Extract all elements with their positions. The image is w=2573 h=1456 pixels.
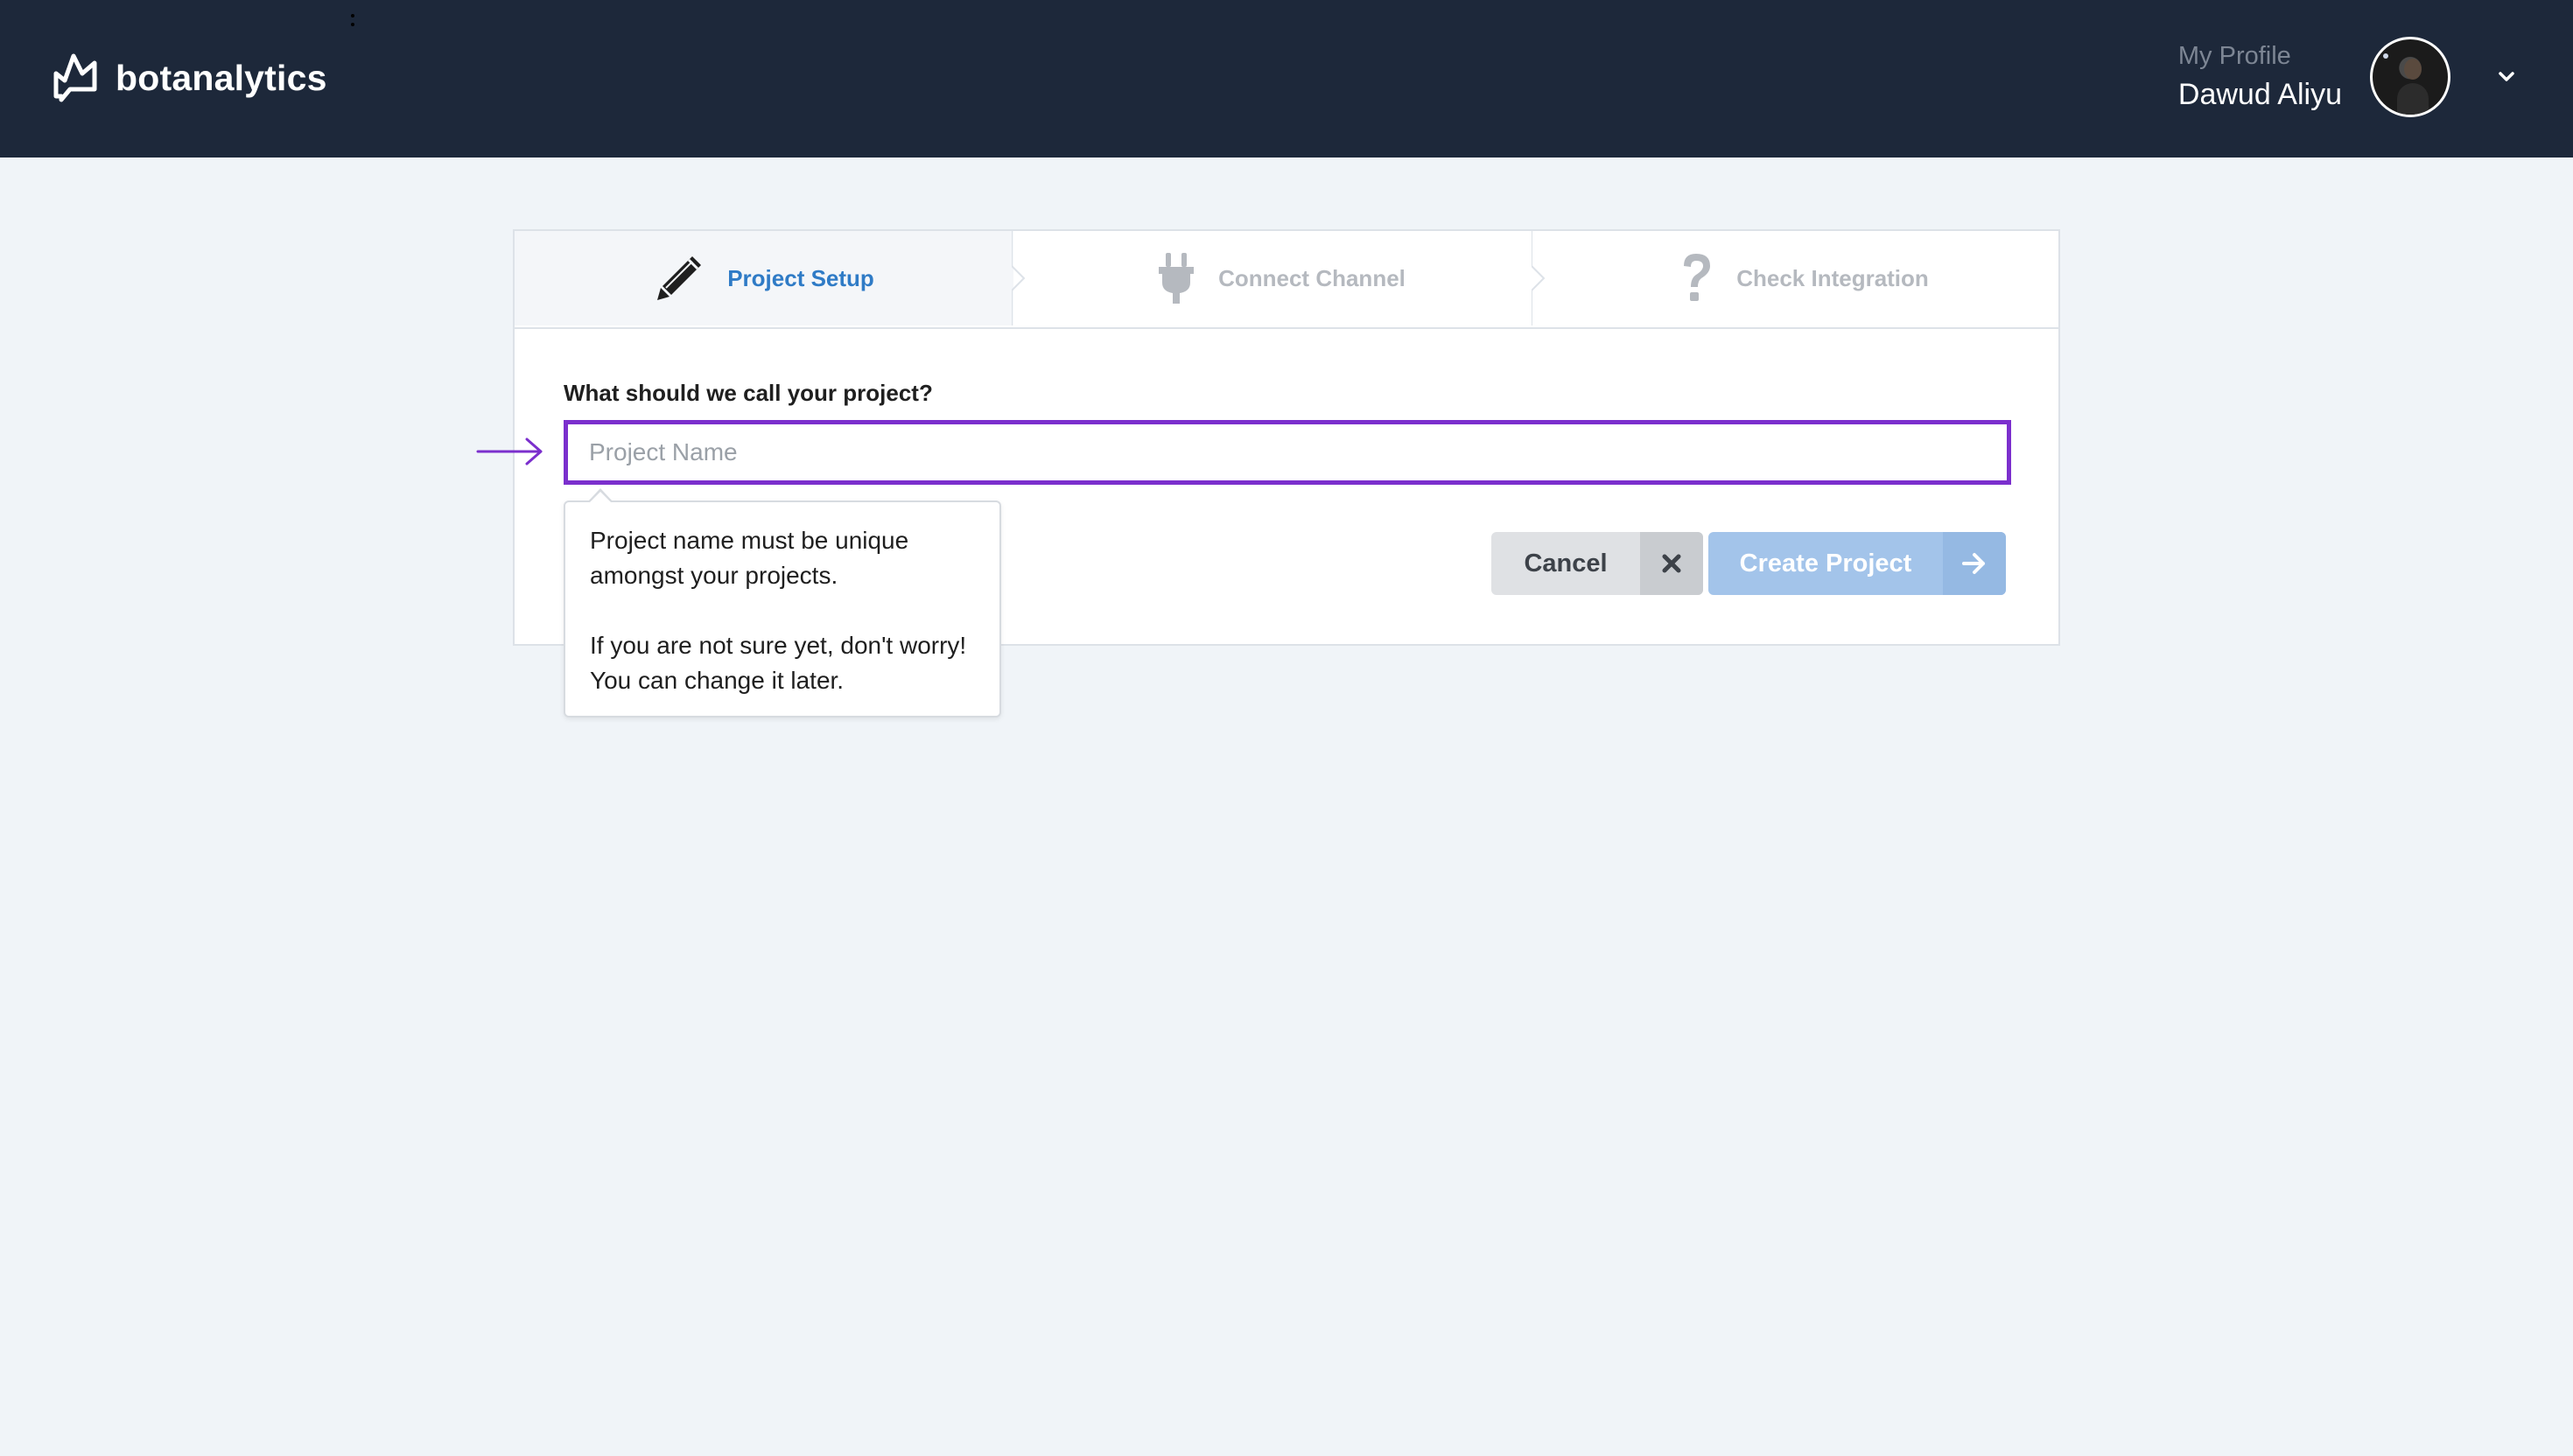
step-separator-chevron <box>1532 231 1546 326</box>
stray-mark <box>351 23 354 26</box>
top-navigation-bar: botanalytics My Profile Dawud Aliyu <box>0 0 2573 158</box>
step-label: Project Setup <box>727 264 874 291</box>
step-check-integration[interactable]: Check Integration <box>1547 231 2060 326</box>
step-separator-chevron <box>1012 231 1026 326</box>
step-connect-channel[interactable]: Connect Channel <box>1027 231 1535 326</box>
pencil-icon <box>657 256 702 300</box>
avatar-photo-body <box>2397 83 2429 115</box>
plug-icon <box>1159 253 1195 304</box>
project-name-input[interactable] <box>564 420 2011 485</box>
arrow-right-icon <box>1943 532 2006 595</box>
step-label: Check Integration <box>1736 264 1929 291</box>
avatar[interactable] <box>2370 37 2450 117</box>
avatar-photo-head <box>2404 59 2422 80</box>
wizard-steps: Project Setup Connect Channel Check Inte… <box>515 231 2058 329</box>
tooltip-pointer-fill <box>590 492 611 502</box>
step-project-setup[interactable]: Project Setup <box>515 231 1013 326</box>
pointer-arrow-icon <box>476 438 543 466</box>
create-project-button-label: Create Project <box>1739 549 1912 578</box>
profile-caption: My Profile <box>2177 42 2291 70</box>
chevron-down-icon[interactable] <box>2496 66 2517 88</box>
cancel-button[interactable]: Cancel <box>1491 532 1703 595</box>
avatar-photo-detail <box>2383 53 2388 59</box>
tooltip-text: If you are not sure yet, don't worry! Yo… <box>590 632 967 694</box>
brand-logo[interactable]: botanalytics <box>51 49 327 107</box>
project-name-tooltip: Project name must be unique amongst your… <box>564 500 1001 718</box>
question-icon <box>1684 254 1711 301</box>
profile-menu[interactable]: My Profile Dawud Aliyu <box>2178 40 2342 114</box>
botanalytics-logo-icon <box>53 53 97 102</box>
step-label: Connect Channel <box>1218 264 1406 291</box>
close-icon <box>1640 532 1703 595</box>
brand-name: botanalytics <box>116 57 327 98</box>
cancel-button-label: Cancel <box>1524 549 1608 578</box>
stray-mark <box>351 14 354 18</box>
project-name-question: What should we call your project? <box>564 380 933 406</box>
create-project-button[interactable]: Create Project <box>1708 532 2006 595</box>
profile-username: Dawud Aliyu <box>2177 78 2342 111</box>
tooltip-text: Project name must be unique amongst your… <box>590 527 909 589</box>
